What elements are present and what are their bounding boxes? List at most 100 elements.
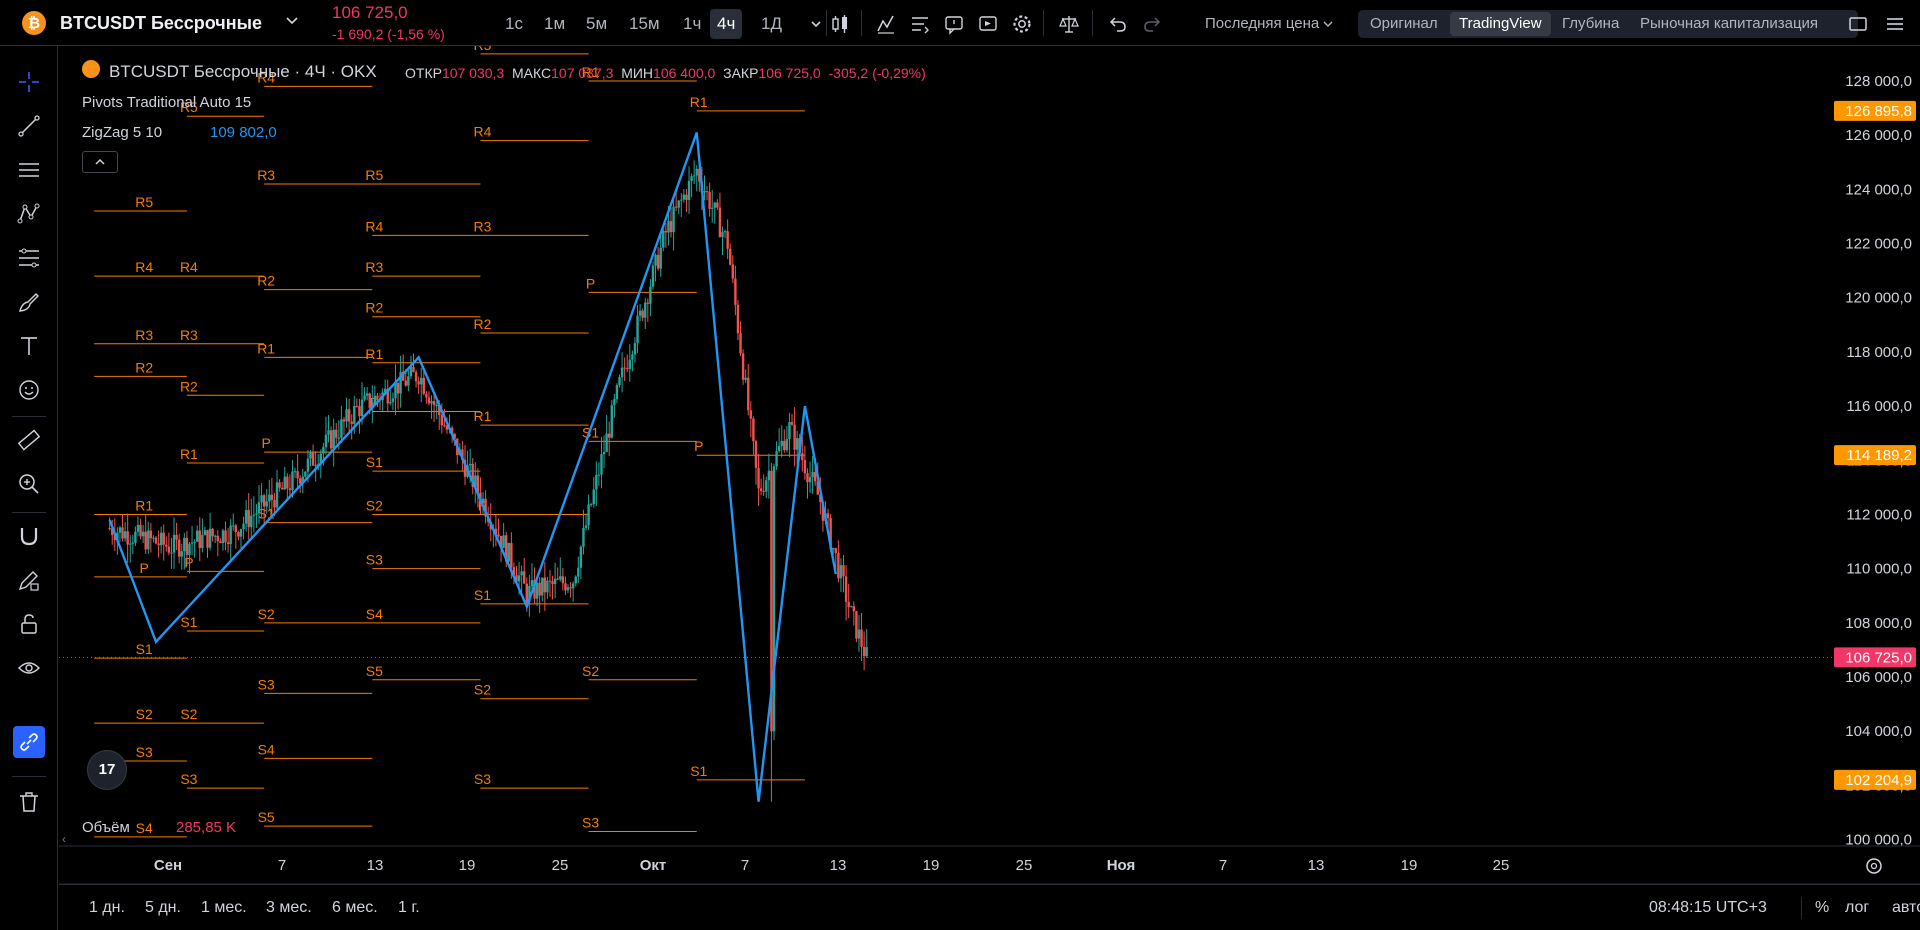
candle-body: [847, 601, 850, 608]
range-1y[interactable]: 1 г.: [398, 899, 420, 917]
timeframe-1[interactable]: 1м: [537, 9, 572, 39]
indicator-templates-icon[interactable]: [909, 13, 931, 35]
candle-body: [618, 377, 621, 386]
replay-icon[interactable]: [977, 13, 999, 35]
candle-body: [654, 254, 657, 266]
auto-scale-toggle[interactable]: авто: [1892, 899, 1920, 917]
candle-body: [775, 451, 778, 467]
price-axis-label: 110 000,0: [1846, 561, 1912, 578]
unlock-icon[interactable]: [13, 608, 45, 640]
candle-body: [443, 425, 446, 427]
timeframe-2[interactable]: 5м: [579, 9, 614, 39]
fullscreen-icon[interactable]: [1847, 13, 1869, 35]
candle-body: [507, 542, 510, 562]
candle-body: [726, 231, 729, 249]
candle-body: [692, 175, 696, 177]
range-1d[interactable]: 1 дн.: [89, 899, 125, 917]
eye-visibility-icon[interactable]: [13, 652, 45, 684]
trash-icon[interactable]: [13, 786, 45, 818]
brush-icon[interactable]: [13, 286, 45, 318]
candle-body: [136, 524, 140, 532]
trend-line-icon[interactable]: [13, 110, 45, 142]
tab-depth[interactable]: Глубина: [1553, 12, 1628, 36]
horizontal-lines-icon[interactable]: [13, 154, 45, 186]
percent-scale-toggle[interactable]: %: [1815, 899, 1829, 917]
tab-tradingview[interactable]: TradingView: [1450, 12, 1551, 36]
time-axis-label: 19: [459, 857, 476, 874]
candle-body: [620, 367, 624, 378]
time-axis-label: 25: [1016, 857, 1033, 874]
fib-retracement-icon[interactable]: [13, 242, 45, 274]
text-tool-icon[interactable]: [13, 330, 45, 362]
collapse-legend-button[interactable]: [82, 151, 118, 173]
timeframe-3[interactable]: 15м: [622, 9, 667, 39]
pivot-level-label: R5: [473, 46, 491, 53]
candle-body: [860, 629, 863, 647]
candle-body: [154, 537, 158, 544]
timeframe-5[interactable]: 4ч: [710, 9, 743, 39]
lock-drawing-pencil-icon[interactable]: [13, 564, 45, 596]
range-6m[interactable]: 6 мес.: [332, 899, 378, 917]
symbol-name[interactable]: BTCUSDT Бессрочные: [60, 13, 262, 34]
timeframe-4[interactable]: 1ч: [676, 9, 708, 39]
candle-body: [365, 393, 369, 396]
candle-body: [198, 530, 201, 548]
candle-body: [126, 531, 129, 545]
time-axis-label: 7: [278, 857, 286, 874]
settings-gear-icon[interactable]: [1011, 13, 1033, 35]
pivot-level-label: P: [586, 275, 595, 291]
chevron-down-icon[interactable]: [285, 14, 299, 29]
candle-body: [221, 530, 225, 544]
candle-body: [608, 433, 611, 438]
pivot-level-label: R4: [135, 259, 153, 275]
range-5d[interactable]: 5 дн.: [145, 899, 181, 917]
pivot-level-label: S3: [582, 814, 599, 830]
timeframe-6[interactable]: 1Д: [754, 9, 789, 39]
indicator-pivots-label[interactable]: Pivots Traditional Auto 15: [82, 94, 251, 111]
log-scale-toggle[interactable]: лог: [1845, 899, 1869, 917]
candle-body: [376, 395, 379, 399]
candlestick-type-icon[interactable]: [829, 13, 851, 35]
price-chart[interactable]: R5 R4 R3 R2 R1 P S1 S2 S3 S4 R5 R4 R3 R2 R1 P S1 S2 S3 R4 R3…: [59, 46, 1920, 884]
candle-body: [865, 647, 868, 657]
price-source-select[interactable]: Последняя цена: [1205, 15, 1333, 32]
tab-original[interactable]: Оригинал: [1361, 12, 1447, 36]
redo-icon[interactable]: [1141, 13, 1163, 35]
link-icon[interactable]: [13, 726, 45, 758]
axis-settings-icon[interactable]: [1866, 858, 1882, 874]
tab-market-cap[interactable]: Рыночная капитализация: [1631, 12, 1827, 36]
candle-body: [157, 543, 160, 546]
menu-lines-icon[interactable]: [1884, 13, 1906, 35]
pivot-level-label: S3: [180, 771, 197, 787]
magnet-icon[interactable]: [13, 520, 45, 552]
indicator-zigzag-label[interactable]: ZigZag 5 10: [82, 124, 162, 141]
range-1m[interactable]: 1 мес.: [201, 899, 247, 917]
pivot-level-label: R5: [365, 167, 383, 183]
candle-body: [270, 494, 274, 500]
candle-body: [685, 194, 688, 200]
emoji-icon[interactable]: [13, 374, 45, 406]
candle-body: [162, 532, 165, 545]
candle-body: [834, 548, 837, 554]
compare-scales-icon[interactable]: [1058, 13, 1080, 35]
candle-body: [427, 397, 431, 404]
timeframe-0[interactable]: 1с: [498, 9, 530, 39]
ruler-icon[interactable]: [13, 424, 45, 456]
candle-body: [752, 418, 755, 442]
pivot-level-label: S3: [258, 676, 275, 692]
zoom-in-icon[interactable]: [13, 468, 45, 500]
legend-title[interactable]: BTCUSDT Бессрочные · 4Ч · OKX: [109, 62, 377, 82]
chevron-down-icon[interactable]: [805, 13, 827, 35]
tradingview-logo[interactable]: 17: [87, 750, 127, 790]
undo-icon[interactable]: [1107, 13, 1129, 35]
candle-body: [862, 646, 866, 657]
chart-area[interactable]: R5 R4 R3 R2 R1 P S1 S2 S3 S4 R5 R4 R3 R2 R1 P S1 S2 S3 R4 R3…: [59, 46, 1920, 884]
crosshair-icon[interactable]: [13, 66, 45, 98]
pattern-icon[interactable]: [13, 198, 45, 230]
candle-body: [242, 523, 245, 530]
candle-body: [407, 376, 410, 386]
indicators-icon[interactable]: [875, 13, 897, 35]
alert-icon[interactable]: [943, 13, 965, 35]
range-3m[interactable]: 3 мес.: [266, 899, 312, 917]
clock-timezone[interactable]: 08:48:15 UTC+3: [1649, 899, 1767, 917]
